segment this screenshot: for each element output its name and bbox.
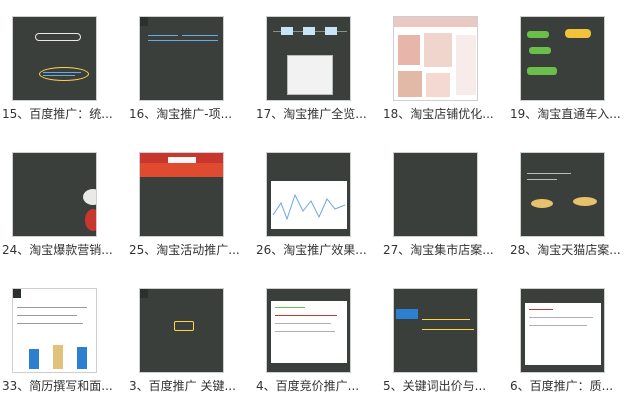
video-item[interactable]: 3、百度推广 关键... — [127, 272, 247, 407]
thumb-shape — [17, 315, 77, 316]
video-title[interactable]: 6、百度推广：质... — [510, 378, 627, 394]
video-title[interactable]: 16、淘宝推广-项... — [129, 106, 247, 122]
thumb-shape — [456, 35, 476, 95]
thumb-shape — [287, 55, 333, 95]
thumb-shape — [275, 307, 305, 308]
thumb-shape — [35, 33, 81, 41]
thumb-shape — [303, 27, 315, 35]
video-title[interactable]: 26、淘宝推广效果... — [256, 242, 374, 258]
video-thumbnail[interactable] — [266, 16, 351, 101]
thumb-shape — [525, 303, 601, 365]
video-item[interactable]: 18、淘宝店铺优化... — [381, 0, 501, 135]
thumb-shape — [529, 325, 587, 326]
thumb-shape — [275, 315, 337, 316]
video-item[interactable]: 26、淘宝推广效果... — [254, 136, 374, 271]
thumb-shape — [398, 71, 422, 97]
video-title[interactable]: 3、百度推广 关键... — [129, 378, 247, 394]
video-thumbnail[interactable] — [520, 152, 605, 237]
video-thumbnail[interactable] — [139, 16, 224, 101]
video-thumbnail[interactable] — [12, 152, 97, 237]
thumb-shape — [527, 31, 549, 38]
thumb-shape — [53, 345, 63, 369]
thumb-shape — [573, 197, 597, 206]
thumb-shape — [531, 199, 553, 208]
thumb-shape — [43, 72, 81, 73]
video-title[interactable]: 15、百度推广：统... — [2, 106, 120, 122]
thumb-shape — [271, 301, 347, 363]
video-title[interactable]: 4、百度竞价推广... — [256, 378, 374, 394]
video-title[interactable]: 5、关键词出价与... — [383, 378, 501, 394]
video-item[interactable]: 33、简历撰写和面... — [0, 272, 120, 407]
thumb-shape — [275, 323, 331, 324]
thumb-shape — [422, 329, 474, 330]
video-thumbnail[interactable] — [520, 288, 605, 373]
thumb-shape — [148, 40, 218, 41]
video-item[interactable]: 6、百度推广：质... — [508, 272, 627, 407]
thumb-shape — [182, 35, 218, 36]
thumb-shape — [43, 75, 75, 76]
thumb-shape — [13, 289, 21, 298]
video-item[interactable]: 25、淘宝活动推广... — [127, 136, 247, 271]
video-item[interactable]: 4、百度竞价推广... — [254, 272, 374, 407]
video-thumbnail[interactable] — [266, 288, 351, 373]
thumb-shape — [168, 157, 196, 163]
thumb-shape — [77, 347, 87, 369]
video-thumbnail[interactable] — [393, 16, 478, 101]
thumb-shape — [426, 73, 450, 97]
video-item[interactable]: 27、淘宝集市店案... — [381, 136, 501, 271]
video-thumbnail[interactable] — [393, 288, 478, 373]
thumb-shape — [148, 35, 178, 36]
video-item[interactable]: 5、关键词出价与... — [381, 272, 501, 407]
thumb-shape — [325, 27, 337, 35]
video-thumbnail[interactable] — [139, 288, 224, 373]
video-item[interactable]: 15、百度推广：统... — [0, 0, 120, 135]
video-thumbnail[interactable] — [520, 16, 605, 101]
video-title[interactable]: 24、淘宝爆款营销... — [2, 242, 120, 258]
video-title[interactable]: 27、淘宝集市店案... — [383, 242, 501, 258]
thumb-shape — [396, 309, 418, 319]
thumb-shape — [422, 319, 470, 320]
video-title[interactable]: 17、淘宝推广全览... — [256, 106, 374, 122]
thumb-shape — [83, 189, 96, 205]
video-item[interactable]: 24、淘宝爆款营销... — [0, 136, 120, 271]
thumb-shape — [281, 27, 293, 35]
video-title[interactable]: 19、淘宝直通车入... — [510, 106, 627, 122]
thumb-shape — [140, 17, 148, 26]
thumb-shape — [174, 321, 194, 331]
thumb-shape — [17, 307, 87, 308]
video-item[interactable]: 17、淘宝推广全览... — [254, 0, 374, 135]
thumb-shape — [140, 163, 223, 177]
video-title[interactable]: 18、淘宝店铺优化... — [383, 106, 501, 122]
video-item[interactable]: 16、淘宝推广-项... — [127, 0, 247, 135]
thumb-shape — [85, 209, 96, 231]
thumb-shape — [529, 309, 553, 310]
thumb-shape — [527, 67, 557, 75]
thumb-shape — [398, 35, 420, 65]
thumb-shape — [565, 29, 591, 38]
video-title[interactable]: 28、淘宝天猫店案... — [510, 242, 627, 258]
video-item[interactable]: 28、淘宝天猫店案... — [508, 136, 627, 271]
video-thumbnail[interactable] — [266, 152, 351, 237]
thumb-shape — [29, 349, 39, 369]
video-title[interactable]: 25、淘宝活动推广... — [129, 242, 247, 258]
thumb-shape — [140, 289, 148, 298]
thumb-shape — [275, 331, 335, 332]
thumb-shape — [529, 47, 551, 54]
video-thumbnail[interactable] — [12, 16, 97, 101]
thumb-shape — [394, 17, 477, 27]
thumb-shape — [527, 173, 571, 174]
thumb-shape — [527, 179, 557, 180]
video-thumbnail-grid: 15、百度推广：统... 16、淘宝推广-项... 17、淘宝推广全览... 1… — [0, 0, 627, 408]
video-title[interactable]: 33、简历撰写和面... — [2, 378, 120, 394]
video-thumbnail[interactable] — [139, 152, 224, 237]
video-thumbnail[interactable] — [12, 288, 97, 373]
thumb-shape — [17, 323, 83, 324]
thumb-shape — [529, 317, 593, 318]
thumb-shape — [424, 33, 452, 67]
video-item[interactable]: 19、淘宝直通车入... — [508, 0, 627, 135]
thumb-line-graph — [272, 193, 346, 221]
video-thumbnail[interactable] — [393, 152, 478, 237]
thumb-shape — [39, 67, 89, 81]
